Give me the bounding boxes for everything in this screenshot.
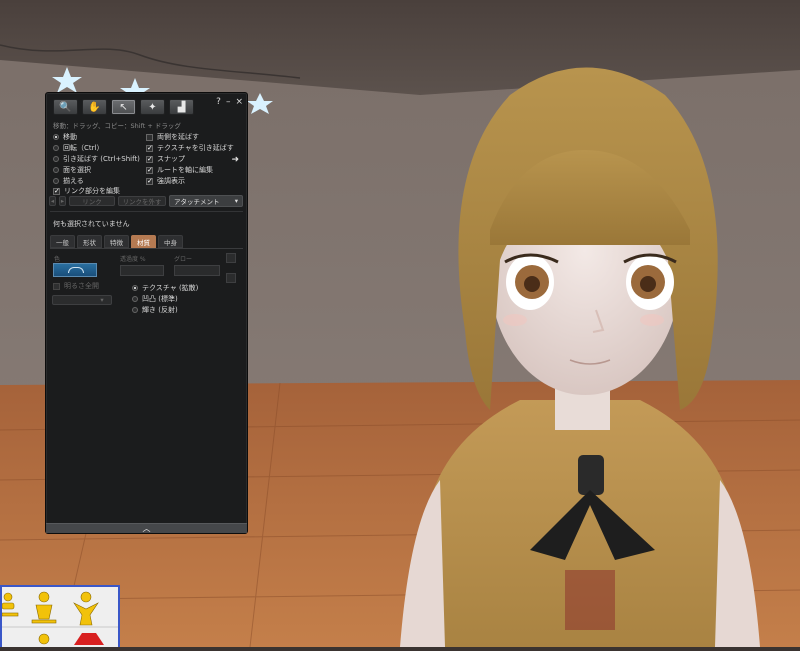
link-row: ◂ ▸ リンク リンクを外す アタッチメント ▾ (49, 195, 243, 207)
animation-tray (0, 585, 120, 647)
prev-link-button[interactable]: ◂ (49, 196, 56, 206)
checkmark-icon: ✓ (146, 143, 153, 152)
tab-features[interactable]: 特徴 (104, 235, 129, 248)
tab-texture[interactable]: 材質 (131, 235, 156, 248)
checkbox-icon (146, 133, 153, 141)
chevron-up-icon: ︿ (142, 524, 151, 533)
tray-icons (1, 591, 118, 645)
mode-rotate[interactable]: 回転（Ctrl） (53, 143, 103, 153)
transparency-label: 透過度 % (120, 256, 146, 263)
color-swatch[interactable] (53, 263, 97, 277)
link-button[interactable]: リンク (69, 196, 115, 206)
grab-tool-button[interactable]: ✋ (82, 99, 107, 115)
focus-tool-button[interactable]: 🔍 (53, 99, 78, 115)
create-tool-button[interactable]: ✦ (140, 99, 165, 115)
selection-status: 何も選択されていません (53, 220, 130, 228)
tool-toolbar: 🔍 ✋ ↖ ✦ ▟ (53, 99, 194, 117)
checkmark-icon: ✓ (146, 165, 153, 174)
radio-icon (53, 156, 59, 162)
collapse-bar[interactable]: ︿ (46, 523, 247, 533)
tab-general[interactable]: 一般 (50, 235, 75, 248)
edit-axis-at-root-checkbox[interactable]: ✓ ルートを軸に編集 (146, 165, 213, 175)
edit-tool-button[interactable]: ↖ (111, 99, 136, 115)
radio-icon (53, 167, 59, 173)
tool-hint: 移動：ドラッグ、コピー：Shift + ドラッグ (53, 122, 181, 130)
attachment-dropdown[interactable]: アタッチメント ▾ (169, 195, 243, 207)
paste-params-icon[interactable] (226, 273, 236, 283)
checkmark-icon: ✓ (53, 186, 60, 195)
walk-icon (38, 633, 50, 645)
radio-icon (53, 134, 59, 140)
highlight-checkbox[interactable]: ✓ 強調表示 (146, 176, 185, 186)
stretch-both-sides-checkbox[interactable]: 両側を延ばす (146, 132, 199, 142)
chevron-down-icon: ▾ (100, 296, 104, 304)
radio-icon (132, 296, 138, 302)
magic-wand-icon: ✦ (148, 101, 157, 113)
sit-icon (1, 592, 19, 617)
mode-align[interactable]: 揃える (53, 176, 84, 186)
grid-options-arrow-icon[interactable]: ➜ (231, 155, 239, 165)
radio-icon (53, 178, 59, 184)
glow-spinner[interactable] (174, 265, 220, 276)
mode-select-face[interactable]: 面を選択 (53, 165, 91, 175)
checkmark-icon: ✓ (146, 154, 153, 163)
tab-content[interactable]: 中身 (158, 235, 183, 248)
wave-icon (73, 591, 99, 626)
window-controls: ? – × (216, 97, 243, 107)
help-button[interactable]: ? (216, 97, 221, 107)
mode-move[interactable]: 移動 (53, 132, 77, 142)
bulldozer-icon: ▟ (177, 101, 186, 113)
glow-label: グロー (174, 256, 193, 263)
map-bump-radio[interactable]: 凹凸 (標準) (132, 294, 178, 304)
minimize-button[interactable]: – (226, 97, 231, 107)
radio-icon (53, 145, 59, 151)
chevron-down-icon: ▾ (234, 197, 238, 205)
close-button[interactable]: × (235, 97, 243, 107)
transparency-spinner[interactable] (120, 265, 164, 276)
stretch-textures-checkbox[interactable]: ✓ テクスチャを引き延ばす (146, 143, 234, 153)
fullbright-checkbox[interactable]: 明るさ全開 (53, 281, 99, 291)
hand-icon: ✋ (88, 101, 101, 113)
copy-params-icon[interactable] (226, 253, 236, 263)
edit-icon: ↖ (119, 101, 128, 113)
radio-icon (132, 307, 138, 313)
checkmark-icon: ✓ (146, 176, 153, 185)
color-label: 色 (54, 256, 61, 263)
stand-icon (31, 591, 57, 624)
divider (50, 211, 243, 212)
next-link-button[interactable]: ▸ (59, 196, 66, 206)
land-tool-button[interactable]: ▟ (169, 99, 194, 115)
magnifier-icon: 🔍 (59, 101, 72, 113)
media-dropdown[interactable]: ▾ (52, 295, 112, 305)
stop-icon (74, 633, 104, 645)
tab-object[interactable]: 形状 (77, 235, 102, 248)
checkbox-icon (53, 282, 60, 290)
unlink-button[interactable]: リンクを外す (118, 196, 166, 206)
mode-stretch[interactable]: 引き延ばす (Ctrl+Shift) (53, 154, 140, 164)
snap-checkbox[interactable]: ✓ スナップ (146, 154, 185, 164)
map-shiny-radio[interactable]: 輝き (反射) (132, 305, 178, 315)
radio-icon (132, 285, 138, 291)
build-tools-floater: 🔍 ✋ ↖ ✦ ▟ ? – × 移動：ドラッグ、コピー：Shift + ドラッグ… (45, 92, 248, 534)
map-texture-radio[interactable]: テクスチャ (拡散) (132, 283, 198, 293)
tab-underline (50, 248, 243, 249)
edit-tabs: 一般 形状 特徴 材質 中身 (50, 235, 183, 248)
